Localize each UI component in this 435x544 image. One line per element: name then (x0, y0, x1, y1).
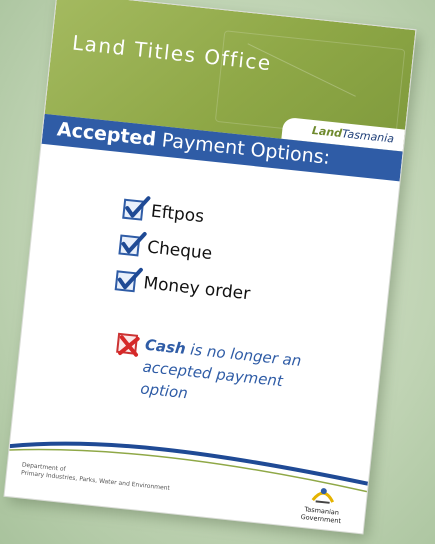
band-title-bold: Accepted (55, 118, 158, 151)
tasmanian-government-logo-icon (311, 488, 335, 504)
payment-option-label: Eftpos (150, 201, 205, 228)
checkbox-cross-icon (116, 332, 140, 357)
brand-tasmania: Tasmania (341, 127, 395, 146)
cash-notice-text: Cash is no longer an accepted payment op… (139, 334, 325, 418)
payment-option-label: Money order (142, 273, 252, 305)
payment-options-poster: Land Titles Office LandTasmania Accepted… (4, 0, 416, 534)
checkbox-checked-icon (114, 267, 143, 293)
cash-notice: Cash is no longer an accepted payment op… (116, 331, 317, 402)
tasmanian-government-logo: Tasmanian Government (290, 480, 356, 526)
checkbox-checked-icon (122, 196, 151, 221)
payment-option-label: Cheque (146, 237, 214, 265)
checkbox-checked-icon (118, 232, 147, 257)
payment-options-list: Eftpos Cheque Money order (114, 191, 260, 313)
brand-land: Land (311, 123, 343, 141)
cash-notice-bold: Cash (144, 335, 187, 358)
